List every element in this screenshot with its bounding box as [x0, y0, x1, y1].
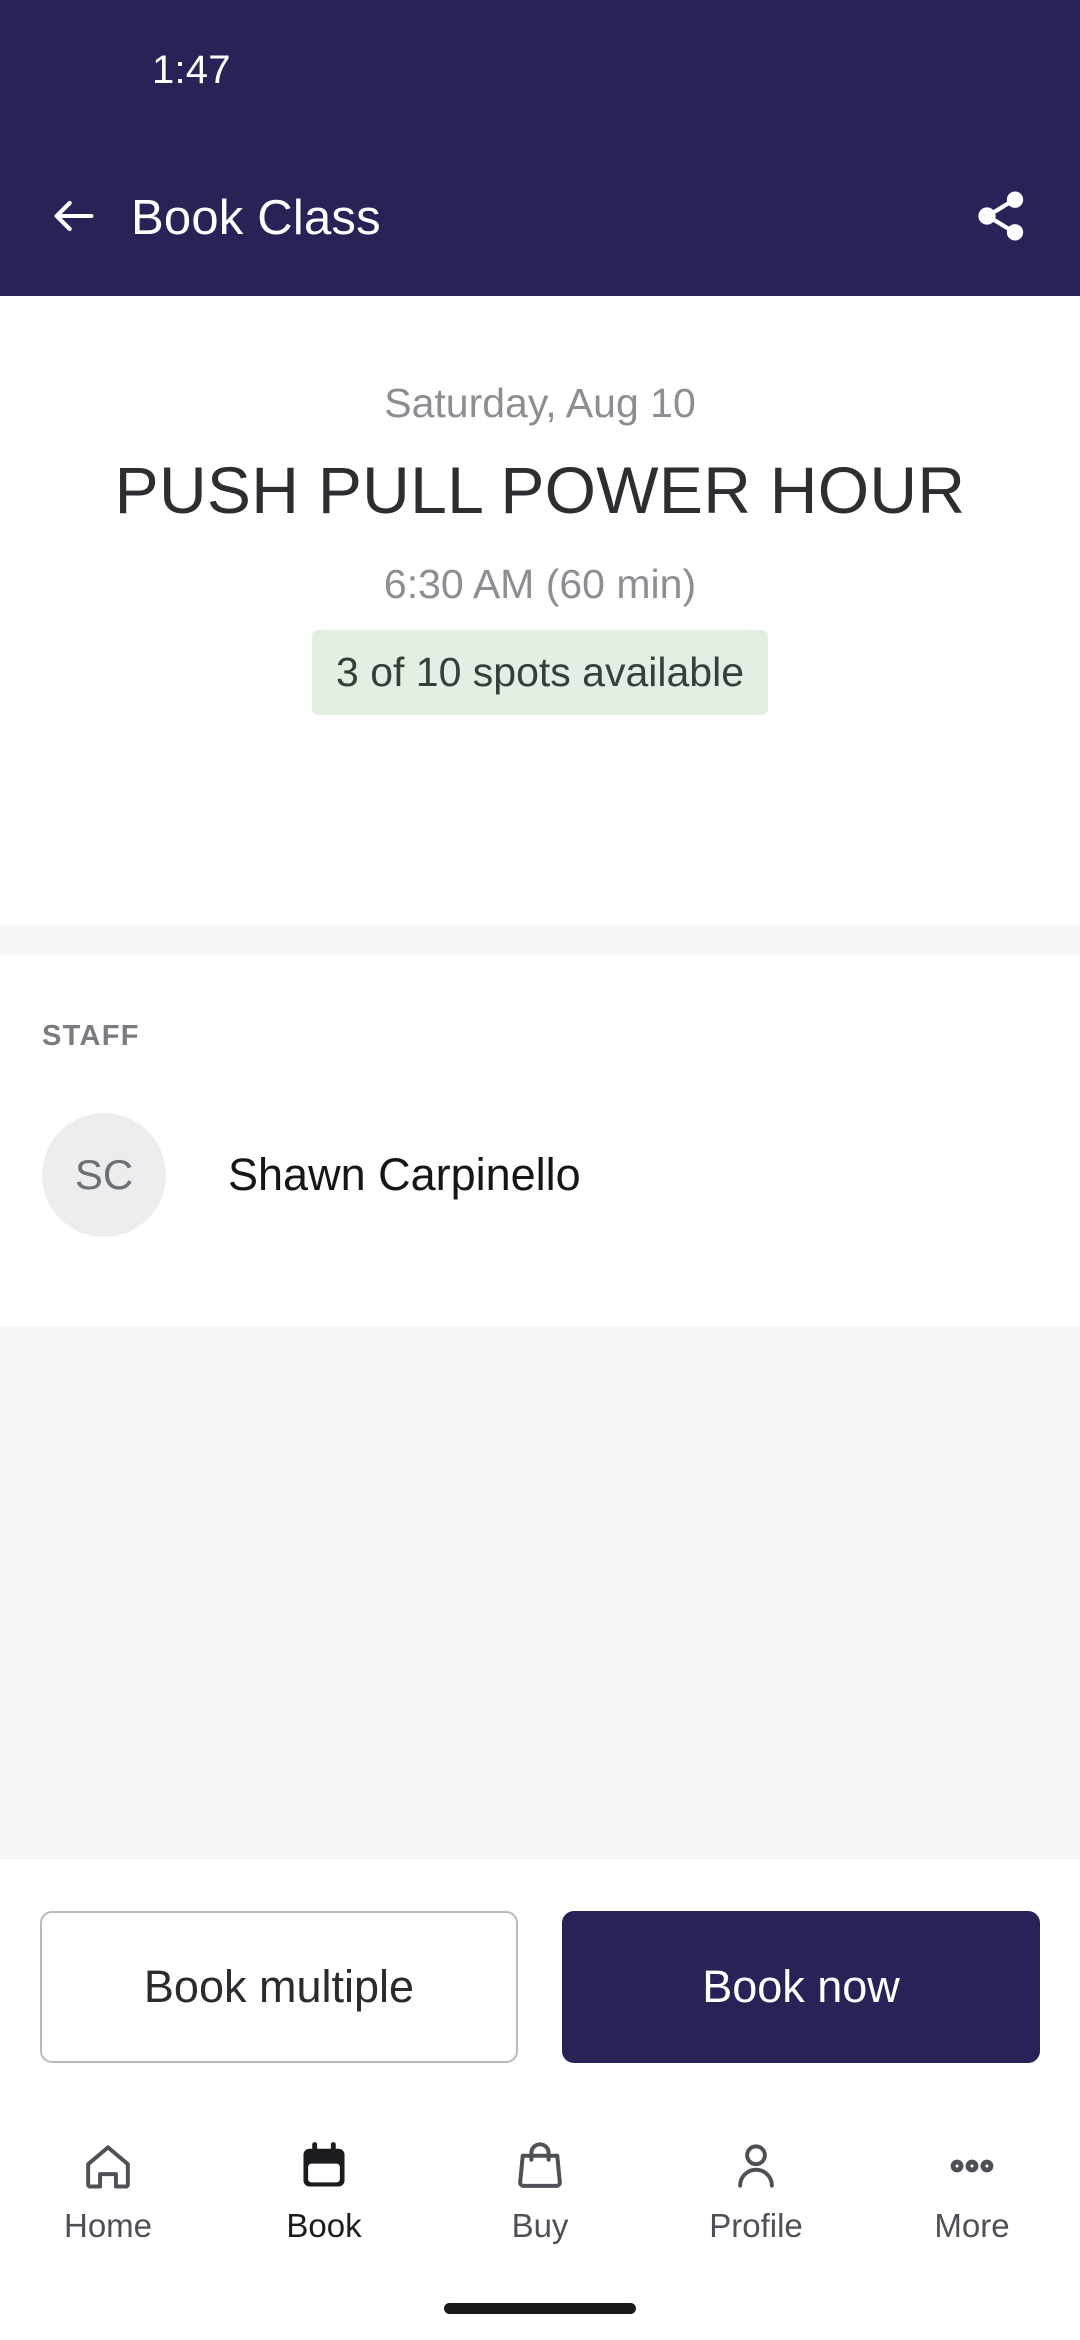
nav-item-more[interactable]: More: [864, 2113, 1080, 2245]
nav-item-profile[interactable]: Profile: [648, 2113, 864, 2245]
nav-item-home[interactable]: Home: [0, 2113, 216, 2245]
availability-row: 3 of 10 spots available: [56, 630, 1024, 715]
nav-item-book[interactable]: Book: [216, 2113, 432, 2245]
book-now-button[interactable]: Book now: [562, 1910, 1040, 2063]
bag-icon: [512, 2135, 568, 2197]
ellipsis-icon: [944, 2135, 1000, 2197]
staff-section-label: STAFF: [42, 1020, 140, 1052]
class-name: PUSH PULL POWER HOUR: [114, 453, 966, 527]
nav-label-book: Book: [286, 2207, 362, 2244]
home-indicator-area: [0, 2283, 1080, 2340]
section-divider: [0, 925, 1080, 955]
status-badge: 3 of 10 spots available: [312, 630, 768, 715]
nav-label-profile: Profile: [709, 2207, 803, 2244]
person-icon: [728, 2135, 784, 2197]
class-date: Saturday, Aug 10: [384, 380, 696, 426]
share-icon: [973, 188, 1029, 249]
home-icon: [80, 2135, 136, 2197]
nav-label-more: More: [934, 2207, 1010, 2244]
back-button[interactable]: [42, 186, 106, 250]
app-bar: Book Class: [0, 140, 1080, 296]
page-title: Book Class: [131, 191, 381, 245]
status-bar: 1:47: [0, 0, 1080, 140]
share-button[interactable]: [964, 181, 1038, 255]
book-multiple-button[interactable]: Book multiple: [40, 1910, 518, 2063]
action-bar: Book multiple Book now: [0, 1860, 1080, 2113]
nav-label-buy: Buy: [511, 2207, 569, 2244]
staff-name: Shawn Carpinello: [228, 1149, 581, 1200]
calendar-icon: [296, 2135, 352, 2197]
status-bar-clock: 1:47: [152, 47, 231, 92]
app-screen: 1:47 Book Class Saturday, Aug 10 PUSH PU…: [0, 0, 1080, 2340]
content-filler: [0, 1327, 1080, 1860]
avatar: SC: [42, 1113, 166, 1237]
home-indicator[interactable]: [444, 2303, 636, 2314]
nav-label-home: Home: [63, 2207, 153, 2244]
arrow-left-icon: [48, 190, 100, 247]
class-summary-card: Saturday, Aug 10 PUSH PULL POWER HOUR 6:…: [0, 296, 1080, 925]
bottom-navigation: Home Book Buy Profile More: [0, 2113, 1080, 2283]
list-item[interactable]: SC Shawn Carpinello: [42, 1105, 1080, 1245]
class-time-duration: 6:30 AM (60 min): [383, 561, 697, 607]
nav-item-buy[interactable]: Buy: [432, 2113, 648, 2245]
staff-section: STAFF SC Shawn Carpinello: [0, 955, 1080, 1327]
app-bar-container: 1:47 Book Class: [0, 0, 1080, 296]
